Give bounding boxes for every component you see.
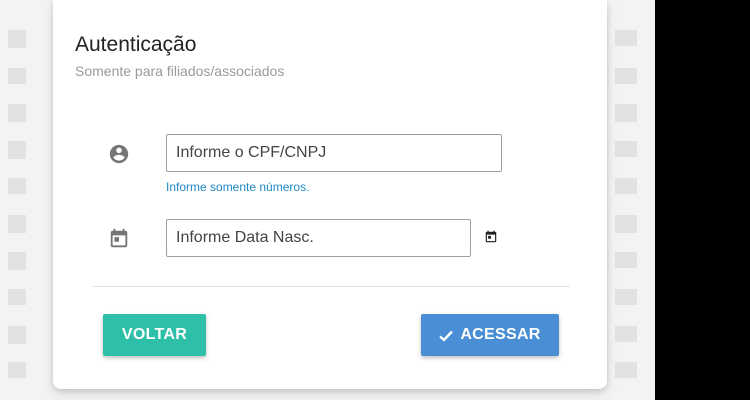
dialog-title: Autenticação <box>75 33 197 56</box>
back-button-label: VOLTAR <box>121 326 188 343</box>
back-button[interactable]: VOLTAR <box>103 314 206 356</box>
cpf-cnpj-input[interactable] <box>166 134 502 172</box>
check-icon <box>439 329 454 342</box>
dialog-subtitle: Somente para filiados/associados <box>75 63 285 79</box>
divider <box>92 286 570 287</box>
access-button-label: ACESSAR <box>460 326 541 343</box>
screen-edge <box>655 0 750 400</box>
account-circle-icon <box>108 143 130 165</box>
calendar-icon <box>108 228 130 250</box>
cpf-hint: Informe somente números. <box>166 180 310 194</box>
authentication-dialog: Autenticação Somente para filiados/assoc… <box>53 0 607 389</box>
birthdate-input[interactable] <box>166 219 471 257</box>
access-button[interactable]: ACESSAR <box>421 314 559 356</box>
calendar-picker-icon[interactable] <box>484 230 498 244</box>
